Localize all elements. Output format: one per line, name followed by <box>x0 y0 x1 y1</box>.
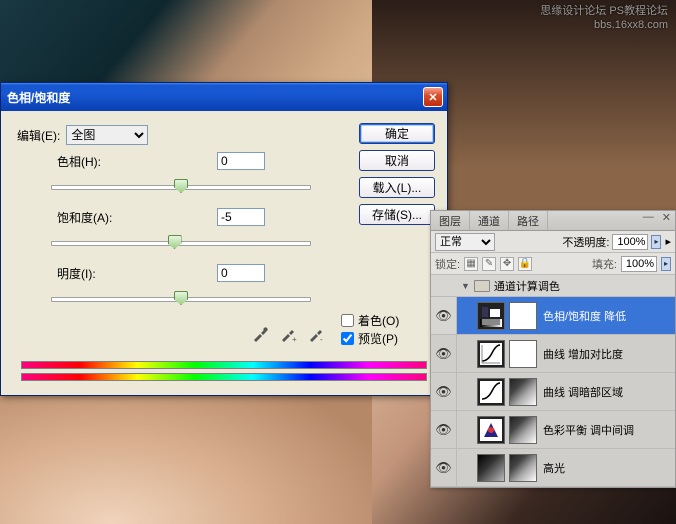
layer-group-header[interactable]: ▼ 通道计算调色 <box>431 275 675 297</box>
mask-thumb <box>509 416 537 444</box>
hue-slider[interactable] <box>51 177 311 197</box>
mask-thumb <box>509 340 537 368</box>
panel-close-icon[interactable]: ✕ <box>658 211 675 230</box>
edit-dropdown[interactable]: 全图 <box>66 125 148 145</box>
dialog-title: 色相/饱和度 <box>7 89 423 106</box>
dialog-buttons: 确定 取消 载入(L)... 存储(S)... <box>359 123 435 225</box>
sat-thumb[interactable] <box>168 235 182 249</box>
pixel-thumb <box>477 454 505 482</box>
sat-input[interactable] <box>217 208 265 226</box>
layer-name: 曲线 调暗部区域 <box>543 384 623 400</box>
opacity-control: 不透明度: ▸ <box>562 234 661 250</box>
spectrum-bars <box>21 361 427 383</box>
sat-row: 饱和度(A): <box>51 207 311 253</box>
layer-row[interactable]: 👁 曲线 增加对比度 <box>431 335 675 373</box>
colorize-checkbox[interactable]: 着色(O) <box>341 311 399 329</box>
panel-tabs: 图层 通道 路径 — ✕ <box>431 211 675 231</box>
eyedropper-icon[interactable] <box>251 325 269 343</box>
edit-label: 编辑(E): <box>17 127 60 144</box>
visibility-icon[interactable]: 👁 <box>431 449 457 486</box>
layer-row[interactable]: 👁 色彩平衡 调中间调 <box>431 411 675 449</box>
panel-minimize-icon[interactable]: — <box>639 211 658 230</box>
load-button[interactable]: 载入(L)... <box>359 177 435 198</box>
folder-icon <box>474 280 490 292</box>
tab-channels[interactable]: 通道 <box>470 211 509 230</box>
adjustment-thumb <box>477 416 505 444</box>
spectrum-bottom <box>21 373 427 381</box>
watermark-line1: 思缘设计论坛 PS教程论坛 <box>540 4 668 18</box>
sat-label: 饱和度(A): <box>51 209 151 226</box>
lig-input[interactable] <box>217 264 265 282</box>
watermark: 思缘设计论坛 PS教程论坛 bbs.16xx8.com <box>540 4 668 33</box>
hue-input[interactable] <box>217 152 265 170</box>
mask-thumb <box>509 302 537 330</box>
lock-transparency-icon[interactable]: ▦ <box>464 257 478 271</box>
lig-slider[interactable] <box>51 289 311 309</box>
panel-menu-icon[interactable]: ▸ <box>665 235 671 248</box>
layer-name: 高光 <box>543 460 565 476</box>
svg-text:+: + <box>292 335 297 343</box>
fill-input[interactable] <box>621 256 657 272</box>
mask-thumb <box>509 378 537 406</box>
visibility-icon[interactable]: 👁 <box>431 297 457 334</box>
panel-lock-row: 锁定: ▦ ✎ ✥ 🔒 填充: ▸ <box>431 253 675 275</box>
hue-thumb[interactable] <box>174 179 188 193</box>
eyedroppers: + - <box>251 325 325 343</box>
tab-paths[interactable]: 路径 <box>509 211 548 230</box>
eyedropper-plus-icon[interactable]: + <box>279 325 297 343</box>
mask-thumb <box>509 454 537 482</box>
group-name: 通道计算调色 <box>494 278 560 294</box>
layers-list: ▼ 通道计算调色 👁 色相/饱和度 降低 👁 曲线 增加对比度 👁 曲线 调暗部… <box>431 275 675 487</box>
lock-paint-icon[interactable]: ✎ <box>482 257 496 271</box>
save-button[interactable]: 存储(S)... <box>359 204 435 225</box>
opacity-input[interactable] <box>612 234 648 250</box>
adjustment-thumb <box>477 302 505 330</box>
sat-slider[interactable] <box>51 233 311 253</box>
lig-label: 明度(I): <box>51 265 151 282</box>
layer-row[interactable]: 👁 曲线 调暗部区域 <box>431 373 675 411</box>
sliders: 色相(H): 饱和度(A): 明度(I): <box>51 151 311 319</box>
eyedropper-minus-icon[interactable]: - <box>307 325 325 343</box>
lock-label: 锁定: <box>435 256 460 272</box>
opacity-arrow-icon[interactable]: ▸ <box>651 235 661 249</box>
layer-row[interactable]: 👁 色相/饱和度 降低 <box>431 297 675 335</box>
checkboxes: 着色(O) 预览(P) <box>341 311 399 347</box>
visibility-icon[interactable]: 👁 <box>431 335 457 372</box>
dialog-body: 编辑(E): 全图 色相(H): 饱和度(A): <box>1 111 447 395</box>
layer-name: 色彩平衡 调中间调 <box>543 422 634 438</box>
ok-button[interactable]: 确定 <box>359 123 435 144</box>
layers-panel: 图层 通道 路径 — ✕ 正常 不透明度: ▸ ▸ 锁定: ▦ ✎ ✥ 🔒 填充… <box>430 210 676 488</box>
preview-checkbox[interactable]: 预览(P) <box>341 329 399 347</box>
hue-row: 色相(H): <box>51 151 311 197</box>
opacity-label: 不透明度: <box>562 234 609 250</box>
titlebar[interactable]: 色相/饱和度 ✕ <box>1 83 447 111</box>
triangle-down-icon[interactable]: ▼ <box>461 281 470 291</box>
lig-row: 明度(I): <box>51 263 311 309</box>
visibility-icon[interactable]: 👁 <box>431 411 457 448</box>
close-button[interactable]: ✕ <box>423 87 443 107</box>
layer-row[interactable]: 👁 高光 <box>431 449 675 487</box>
panel-options: 正常 不透明度: ▸ ▸ <box>431 231 675 253</box>
svg-text:-: - <box>320 335 323 343</box>
hue-label: 色相(H): <box>51 153 151 170</box>
lig-thumb[interactable] <box>174 291 188 305</box>
fill-arrow-icon[interactable]: ▸ <box>661 257 671 271</box>
watermark-line2: bbs.16xx8.com <box>540 18 668 32</box>
spectrum-top <box>21 361 427 369</box>
fill-label: 填充: <box>592 256 617 272</box>
visibility-icon[interactable]: 👁 <box>431 373 457 410</box>
adjustment-thumb <box>477 378 505 406</box>
lock-all-icon[interactable]: 🔒 <box>518 257 532 271</box>
edit-row: 编辑(E): 全图 <box>17 125 148 145</box>
hue-saturation-dialog: 色相/饱和度 ✕ 编辑(E): 全图 色相(H): 饱和度(A): <box>0 82 448 396</box>
tab-layers[interactable]: 图层 <box>431 211 470 230</box>
cancel-button[interactable]: 取消 <box>359 150 435 171</box>
blend-mode-dropdown[interactable]: 正常 <box>435 233 495 251</box>
layer-name: 曲线 增加对比度 <box>543 346 623 362</box>
adjustment-thumb <box>477 340 505 368</box>
layer-name: 色相/饱和度 降低 <box>543 308 626 324</box>
lock-move-icon[interactable]: ✥ <box>500 257 514 271</box>
